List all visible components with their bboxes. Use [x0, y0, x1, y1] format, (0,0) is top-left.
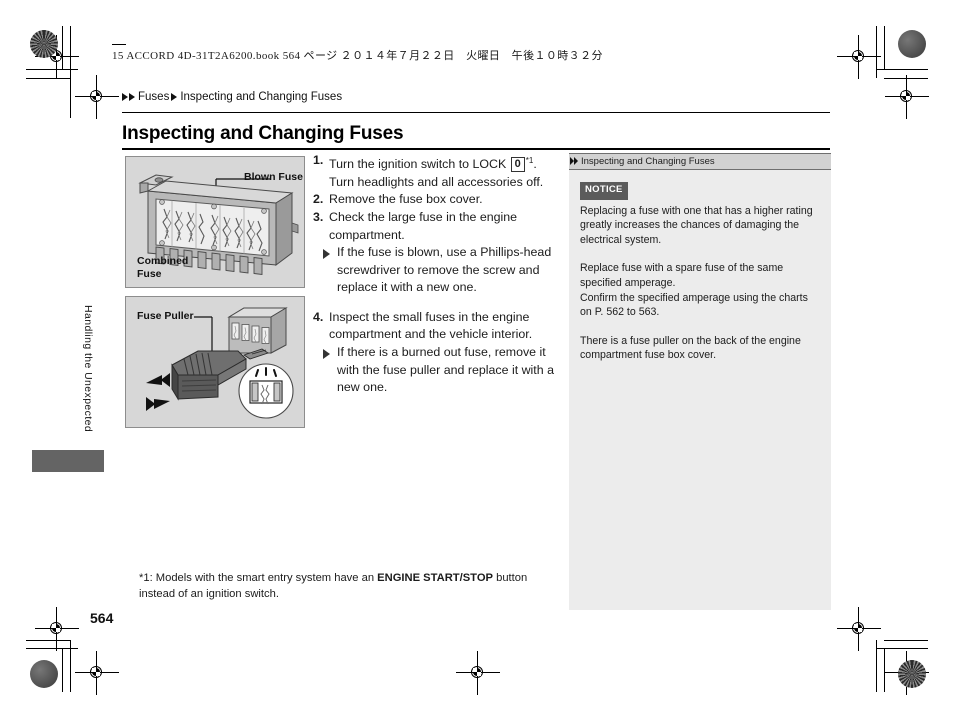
side-panel-body: NOTICE Replacing a fuse with one that ha… [569, 170, 831, 363]
breadcrumb: Fuses Inspecting and Changing Fuses [122, 91, 344, 103]
triangle-bullet-icon [323, 244, 337, 297]
figure-label-fuse-puller: Fuse Puller [137, 310, 194, 322]
page-title: Inspecting and Changing Fuses [122, 123, 404, 144]
crop-line [876, 26, 877, 78]
step-4: 4. Inspect the small fuses in the engine… [313, 309, 563, 344]
substep-text: If the fuse is blown, use a Phillips-hea… [337, 245, 552, 295]
step-3: 3. Check the large fuse in the engine co… [313, 209, 563, 244]
crop-line [884, 26, 885, 70]
page-number: 564 [90, 610, 114, 626]
step-4-substep: If there is a burned out fuse, remove it… [313, 344, 563, 397]
notice-badge: NOTICE [580, 182, 628, 200]
density-blob [898, 660, 926, 688]
step-1: 1. Turn the ignition switch to LOCK 0 *1.… [313, 152, 563, 191]
double-chevron-right-icon [570, 157, 579, 166]
chevron-right-icon [129, 93, 135, 101]
side-panel-header: Inspecting and Changing Fuses [569, 153, 831, 170]
crop-line [26, 648, 78, 649]
chapter-tab-label: Handling the Unexpected [82, 305, 94, 433]
registration-mark [837, 35, 881, 79]
step-text: Inspect the small fuses in the engine co… [329, 309, 533, 342]
print-header-text: 15 ACCORD 4D-31T2A6200.book 564 ページ ２０１４… [112, 50, 603, 62]
fuse-block-illustration: Blown Fuse Combined Fuse [125, 156, 305, 288]
registration-mark [456, 651, 500, 695]
header-tick [112, 44, 126, 45]
crop-line [62, 648, 63, 692]
step-number: 2. [313, 192, 324, 207]
footnote: *1: Models with the smart entry system h… [139, 570, 564, 602]
registration-mark [837, 607, 881, 651]
step-text: Check the large fuse in the engine compa… [329, 209, 518, 242]
step-1-text-before: Turn the ignition switch to LOCK [329, 157, 510, 172]
registration-mark [35, 607, 79, 651]
chevron-right-icon [171, 93, 178, 101]
lock-key-icon: 0 [510, 157, 525, 173]
step-text: Turn the ignition switch to LOCK 0 *1. Tu… [329, 152, 563, 191]
footnote-lead: *1: Models with the smart entry system h… [139, 572, 378, 584]
substep-text: If there is a burned out fuse, remove it… [337, 345, 554, 395]
breadcrumb-divider [122, 112, 830, 113]
density-blob [30, 30, 58, 58]
registration-mark [885, 75, 929, 119]
crop-line [884, 640, 928, 641]
density-blob [898, 30, 926, 58]
breadcrumb-parent[interactable]: Fuses [138, 91, 169, 103]
figure-label-combined-fuse: Combined Fuse [137, 255, 189, 280]
figure-label-blown-fuse: Blown Fuse [244, 171, 303, 183]
side-panel-header-label: Inspecting and Changing Fuses [581, 156, 715, 167]
crop-line [70, 26, 71, 78]
registration-mark [75, 651, 119, 695]
footnote-bold-term: ENGINE START/STOP [377, 572, 493, 584]
side-paragraph: Replacing a fuse with one that has a hig… [580, 204, 813, 246]
breadcrumb-current: Inspecting and Changing Fuses [180, 91, 343, 103]
chevron-right-icon [122, 93, 128, 101]
step-2: 2. Remove the fuse box cover. [313, 191, 563, 209]
registration-mark [75, 75, 119, 119]
crop-line [70, 78, 71, 118]
instruction-steps: 1. Turn the ignition switch to LOCK 0 *1.… [313, 152, 563, 397]
side-note-panel: Inspecting and Changing Fuses NOTICE Rep… [569, 153, 831, 610]
crop-line [876, 69, 928, 70]
step-number: 3. [313, 209, 324, 224]
crop-line [26, 78, 70, 79]
step-text: Remove the fuse box cover. [329, 192, 483, 207]
step-number: 1. [313, 153, 324, 167]
triangle-bullet-icon [323, 344, 337, 397]
title-underline [122, 148, 830, 150]
step-number: 4. [313, 309, 324, 324]
fuse-puller-illustration: Fuse Puller [125, 296, 305, 428]
side-paragraph: Replace fuse with a spare fuse of the sa… [580, 262, 808, 319]
thumb-index-marker [32, 450, 104, 472]
step-3-substep: If the fuse is blown, use a Phillips-hea… [313, 244, 563, 297]
side-paragraph: There is a fuse puller on the back of th… [580, 334, 801, 362]
crop-line [884, 648, 885, 692]
density-blob [30, 660, 58, 688]
crop-line [876, 648, 928, 649]
